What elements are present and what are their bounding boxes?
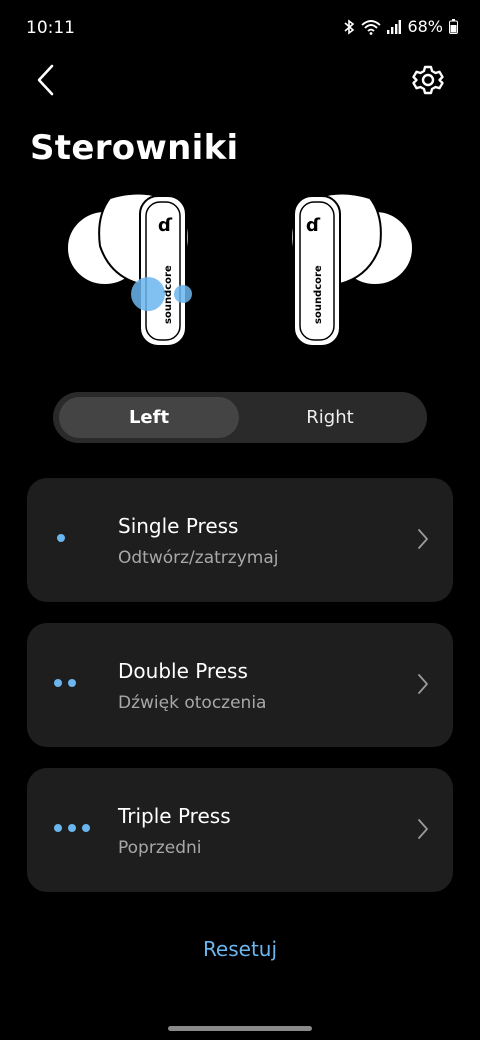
status-bar: 10:11 68% [0,0,480,56]
wifi-icon [361,19,382,35]
triple-press-dots-icon [54,824,90,832]
signal-icon [387,19,402,34]
page-title: Sterowniki [30,128,239,168]
card-action: Poprzedni [118,838,202,858]
chevron-right-icon [417,528,429,554]
touch-indicator [131,277,165,311]
battery-icon [449,19,458,34]
gear-icon [412,64,444,100]
card-action: Dźwięk otoczenia [118,693,267,713]
earbuds-illustration: ɗ soundcore ɗ soundcore [0,186,480,356]
right-brand-text: soundcore [313,265,324,324]
bluetooth-icon [343,18,355,35]
status-icons: 68% [343,17,458,36]
single-press-dots-icon [57,534,65,542]
card-title: Single Press [118,514,239,538]
card-title: Triple Press [118,804,231,828]
tab-right[interactable]: Right [239,397,421,438]
chevron-right-icon [417,673,429,699]
double-press-card[interactable]: Double Press Dźwięk otoczenia [27,623,453,747]
card-action: Odtwórz/zatrzymaj [118,548,279,568]
battery-percent: 68% [407,17,443,36]
chevron-right-icon [417,818,429,844]
triple-press-card[interactable]: Triple Press Poprzedni [27,768,453,892]
card-title: Double Press [118,659,248,683]
settings-button[interactable] [408,62,448,102]
chevron-left-icon [36,64,56,100]
earbud-selector: Left Right [53,392,427,443]
tab-left[interactable]: Left [59,397,239,438]
left-logo: ɗ [158,215,173,236]
reset-button[interactable]: Resetuj [0,937,480,961]
home-indicator[interactable] [168,1026,312,1031]
back-button[interactable] [26,62,66,102]
status-time: 10:11 [26,18,75,38]
single-press-card[interactable]: Single Press Odtwórz/zatrzymaj [27,478,453,602]
double-press-dots-icon [54,679,76,687]
right-logo: ɗ [306,215,321,236]
